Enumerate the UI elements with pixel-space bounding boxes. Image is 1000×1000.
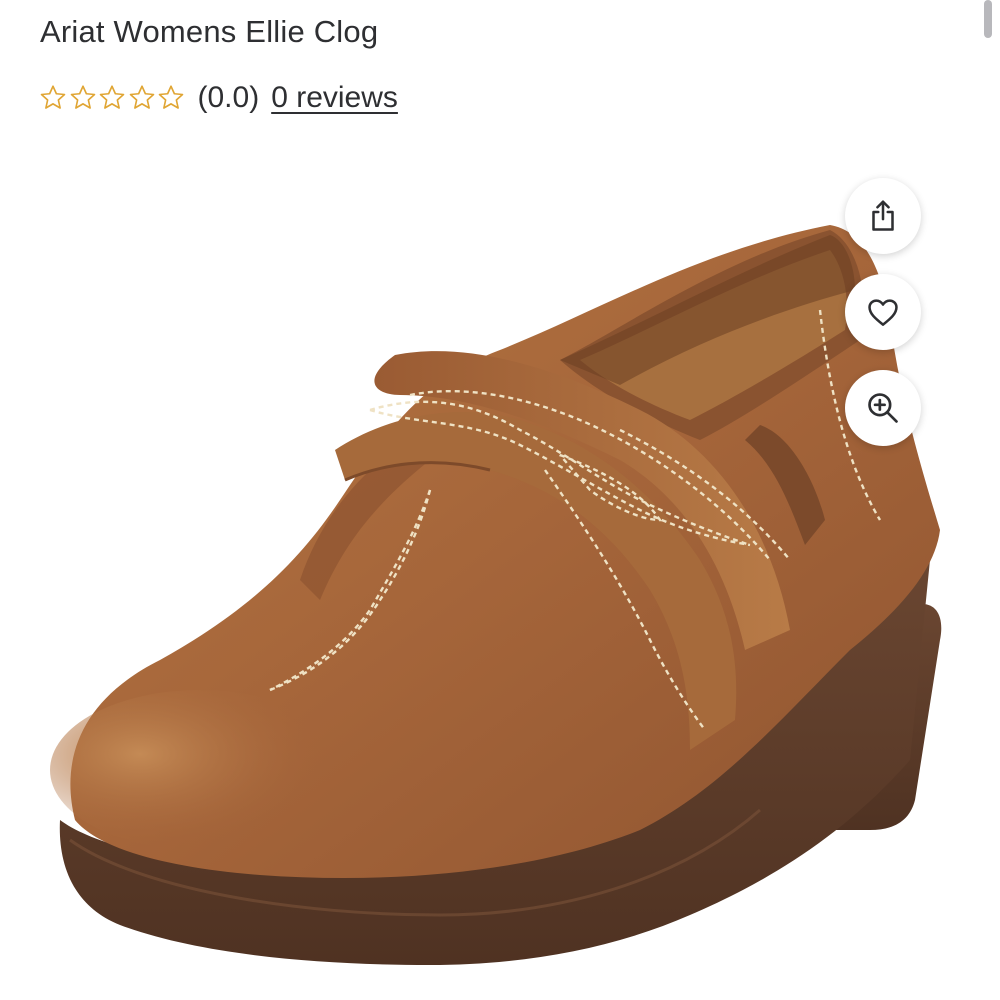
reviews-link[interactable]: 0 reviews	[271, 81, 398, 115]
star-empty-icon	[129, 85, 154, 109]
star-empty-icon	[158, 85, 184, 109]
rating-score: (0.0)	[197, 81, 260, 114]
zoom-button[interactable]	[845, 370, 921, 446]
star-empty-icon	[70, 85, 95, 109]
favorite-button[interactable]	[845, 274, 921, 350]
rating-summary: (0.0) 0 reviews	[38, 78, 398, 118]
zoom-in-icon	[868, 393, 898, 423]
star-empty-icon	[99, 85, 125, 109]
product-image[interactable]	[0, 150, 1000, 1000]
product-title: Ariat Womens Ellie Clog	[40, 14, 379, 49]
share-icon	[872, 200, 894, 231]
star-rating	[38, 83, 186, 113]
share-button[interactable]	[845, 178, 921, 254]
heart-icon	[868, 299, 898, 326]
star-empty-icon	[40, 85, 66, 109]
scrollbar-thumb[interactable]	[984, 0, 992, 38]
